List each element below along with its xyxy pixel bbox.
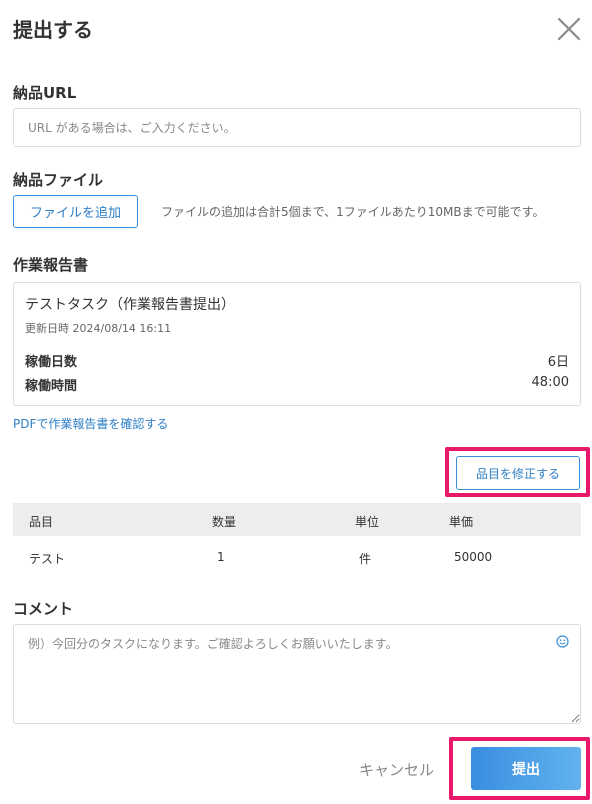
comment-section-label: コメント xyxy=(13,600,74,618)
table-row: テスト 1 件 50000 xyxy=(13,536,581,576)
comment-textarea[interactable] xyxy=(13,624,581,724)
cell-unit: 件 xyxy=(359,552,372,566)
smiley-icon[interactable] xyxy=(556,633,569,648)
report-section-label: 作業報告書 xyxy=(13,256,89,274)
items-table-header: 品目 数量 単位 単価 xyxy=(13,503,581,536)
modal-title: 提出する xyxy=(13,18,93,42)
working-days-label: 稼働日数 xyxy=(25,355,78,370)
working-hours-label: 稼働時間 xyxy=(25,379,78,394)
url-section-label: 納品URL xyxy=(13,84,77,102)
submit-button[interactable]: 提出 xyxy=(471,747,581,790)
pdf-report-link[interactable]: PDFで作業報告書を確認する xyxy=(13,415,168,432)
cell-quantity: 1 xyxy=(217,550,225,564)
url-input[interactable] xyxy=(13,108,581,147)
edit-items-button[interactable]: 品目を修正する xyxy=(456,456,580,490)
column-header-unit-price: 単価 xyxy=(449,515,474,529)
add-file-button[interactable]: ファイルを追加 xyxy=(13,195,138,228)
column-header-unit: 単位 xyxy=(355,515,380,529)
report-updated: 更新日時 2024/08/14 16:11 xyxy=(25,322,172,335)
cancel-button[interactable]: キャンセル xyxy=(359,759,434,780)
work-report-card[interactable]: テストタスク（作業報告書提出） 更新日時 2024/08/14 16:11 稼働… xyxy=(13,282,581,406)
file-section-label: 納品ファイル xyxy=(13,171,104,189)
column-header-quantity: 数量 xyxy=(212,515,237,529)
cell-item: テスト xyxy=(29,552,66,566)
working-days-value: 6日 xyxy=(547,355,569,370)
working-hours-value: 48:00 xyxy=(531,375,569,390)
cell-unit-price: 50000 xyxy=(454,550,493,564)
column-header-item: 品目 xyxy=(29,515,54,529)
report-title: テストタスク（作業報告書提出） xyxy=(25,297,235,313)
close-icon[interactable] xyxy=(556,16,582,42)
file-limit-hint: ファイルの追加は合計5個まで、1ファイルあたり10MBまで可能です。 xyxy=(161,205,545,219)
